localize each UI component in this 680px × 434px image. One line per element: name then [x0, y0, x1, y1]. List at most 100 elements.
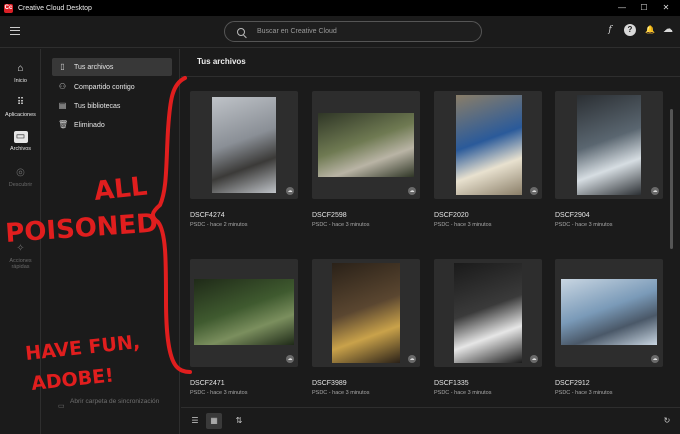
file-meta: PSDC - hace 3 minutos — [190, 390, 248, 396]
sort-button[interactable]: ⇅ — [231, 413, 247, 429]
file-card[interactable]: ☁ DSCF2912 PSDC - hace 3 minutos — [555, 259, 663, 396]
panel-item-label: Compartido contigo — [74, 83, 135, 91]
nav-item-files[interactable]: ▭ Archivos — [0, 131, 41, 152]
nav-label: Archivos — [9, 146, 32, 152]
nav-label: Aplicaciones — [5, 112, 36, 118]
window-titlebar: Cc Creative Cloud Desktop — ☐ ✕ — [0, 0, 680, 16]
panel-item-label: Tus archivos — [74, 63, 114, 71]
photo-image — [318, 113, 414, 177]
file-thumbnail[interactable]: ☁ — [190, 259, 298, 367]
maximize-button[interactable]: ☐ — [634, 0, 654, 16]
nav-label: Descubrir — [8, 182, 33, 188]
file-name: DSCF3989 — [312, 380, 347, 387]
folder-icon: ▭ — [58, 403, 65, 410]
file-grid: ☁ DSCF4274 PSDC - hace 2 minutos ☁ DSCF2598 P… — [181, 77, 680, 407]
cloud-sync-icon: ☁ — [530, 187, 538, 195]
cloud-sync-icon: ☁ — [408, 187, 416, 195]
file-card[interactable]: ☁ DSCF1335 PSDC - hace 3 minutos — [434, 259, 542, 396]
file-card[interactable]: ☁ DSCF2471 PSDC - hace 3 minutos — [190, 259, 298, 396]
quick-actions-icon: ✧ — [16, 243, 25, 254]
shared-icon: ⚇ — [58, 82, 67, 91]
panel-item-deleted[interactable]: 🗑 Eliminado — [52, 116, 172, 134]
panel-item-label: Eliminado — [74, 121, 105, 129]
page-title: Tus archivos — [197, 57, 246, 66]
app-header: Buscar en Creative Cloud — [0, 16, 680, 48]
files-panel: ▯ Tus archivos ⚇ Compartido contigo ▤ Tu… — [42, 49, 180, 434]
panel-item-libraries[interactable]: ▤ Tus bibliotecas — [52, 97, 172, 115]
file-card[interactable]: ☁ DSCF3989 PSDC - hace 3 minutos — [312, 259, 420, 396]
refresh-button[interactable]: ↻ — [659, 413, 675, 429]
nav-item-discover[interactable]: ◎ Descubrir — [0, 167, 41, 188]
files-icon: ▭ — [13, 131, 28, 143]
file-card[interactable]: ☁ DSCF2598 PSDC - hace 3 minutos — [312, 91, 420, 228]
file-name: DSCF2471 — [190, 380, 225, 387]
search-icon — [237, 27, 245, 36]
view-toolbar: ☰ ▦ ⇅ ↻ — [181, 407, 680, 434]
home-icon: ⌂ — [17, 63, 24, 74]
file-thumbnail[interactable]: ☁ — [190, 91, 298, 199]
file-name: DSCF1335 — [434, 380, 469, 387]
help-icon[interactable]: ? — [624, 24, 636, 36]
minimize-button[interactable]: — — [612, 0, 632, 16]
panel-item-shared[interactable]: ⚇ Compartido contigo — [52, 78, 172, 96]
panel-item-your-files[interactable]: ▯ Tus archivos — [52, 58, 172, 76]
photo-image — [454, 263, 522, 363]
cloud-sync-icon: ☁ — [286, 187, 294, 195]
file-thumbnail[interactable]: ☁ — [555, 91, 663, 199]
libraries-icon: ▤ — [58, 101, 67, 110]
photo-image — [456, 95, 522, 195]
photo-image — [194, 279, 294, 345]
file-meta: PSDC - hace 3 minutos — [434, 222, 492, 228]
close-button[interactable]: ✕ — [656, 0, 676, 16]
file-name: DSCF2904 — [555, 212, 590, 219]
cloud-activity-icon[interactable]: ☁ — [662, 24, 674, 36]
file-thumbnail[interactable]: ☁ — [312, 259, 420, 367]
file-meta: PSDC - hace 3 minutos — [312, 222, 370, 228]
apps-grid-icon: ⠿ — [16, 97, 25, 108]
file-meta: PSDC - hace 3 minutos — [555, 222, 613, 228]
search-placeholder: Buscar en Creative Cloud — [257, 28, 337, 35]
scrollbar[interactable] — [669, 107, 674, 407]
nav-item-apps[interactable]: ⠿ Aplicaciones — [0, 97, 41, 118]
file-icon: ▯ — [60, 62, 65, 71]
file-meta: PSDC - hace 3 minutos — [434, 390, 492, 396]
list-view-button[interactable]: ☰ — [187, 413, 203, 429]
file-thumbnail[interactable]: ☁ — [434, 91, 542, 199]
left-navigation: ⌂ Inicio ⠿ Aplicaciones ▭ Archivos ◎ Des… — [0, 49, 41, 434]
trash-icon: 🗑 — [58, 120, 69, 129]
file-thumbnail[interactable]: ☁ — [312, 91, 420, 199]
photo-image — [561, 279, 657, 345]
file-thumbnail[interactable]: ☁ — [555, 259, 663, 367]
file-meta: PSDC - hace 2 minutos — [190, 222, 248, 228]
file-card[interactable]: ☁ DSCF2904 PSDC - hace 3 minutos — [555, 91, 663, 228]
scrollbar-thumb[interactable] — [670, 109, 673, 249]
search-input[interactable]: Buscar en Creative Cloud — [224, 21, 482, 42]
nav-item-home[interactable]: ⌂ Inicio — [0, 63, 41, 84]
nav-label: Acciones rápidas — [9, 258, 32, 270]
grid-view-button[interactable]: ▦ — [206, 413, 222, 429]
file-meta: PSDC - hace 3 minutos — [555, 390, 613, 396]
cloud-sync-icon: ☁ — [286, 355, 294, 363]
sync-folder-label: Abrir carpeta de sincronización — [70, 398, 160, 405]
file-name: DSCF2912 — [555, 380, 590, 387]
cloud-sync-icon: ☁ — [408, 355, 416, 363]
photo-image — [577, 95, 641, 195]
cloud-sync-icon: ☁ — [651, 355, 659, 363]
notifications-bell-icon[interactable]: 🔔 — [644, 24, 656, 36]
photo-image — [212, 97, 276, 193]
hamburger-menu-icon[interactable] — [10, 27, 20, 35]
file-name: DSCF4274 — [190, 212, 225, 219]
window-title: Creative Cloud Desktop — [18, 4, 92, 12]
panel-item-label: Tus bibliotecas — [74, 102, 121, 110]
photo-image — [332, 263, 400, 363]
nav-item-quick-actions[interactable]: ✧ Acciones rápidas — [0, 243, 41, 270]
file-card[interactable]: ☁ DSCF4274 PSDC - hace 2 minutos — [190, 91, 298, 228]
file-card[interactable]: ☁ DSCF2020 PSDC - hace 3 minutos — [434, 91, 542, 228]
open-sync-folder-link[interactable]: ▭ Abrir carpeta de sincronización — [58, 397, 168, 410]
nav-label: Inicio — [14, 78, 27, 84]
file-thumbnail[interactable]: ☁ — [434, 259, 542, 367]
creative-cloud-app-icon: Cc — [4, 3, 13, 13]
cloud-sync-icon: ☁ — [530, 355, 538, 363]
file-name: DSCF2598 — [312, 212, 347, 219]
fonts-icon[interactable]: f — [604, 24, 616, 36]
